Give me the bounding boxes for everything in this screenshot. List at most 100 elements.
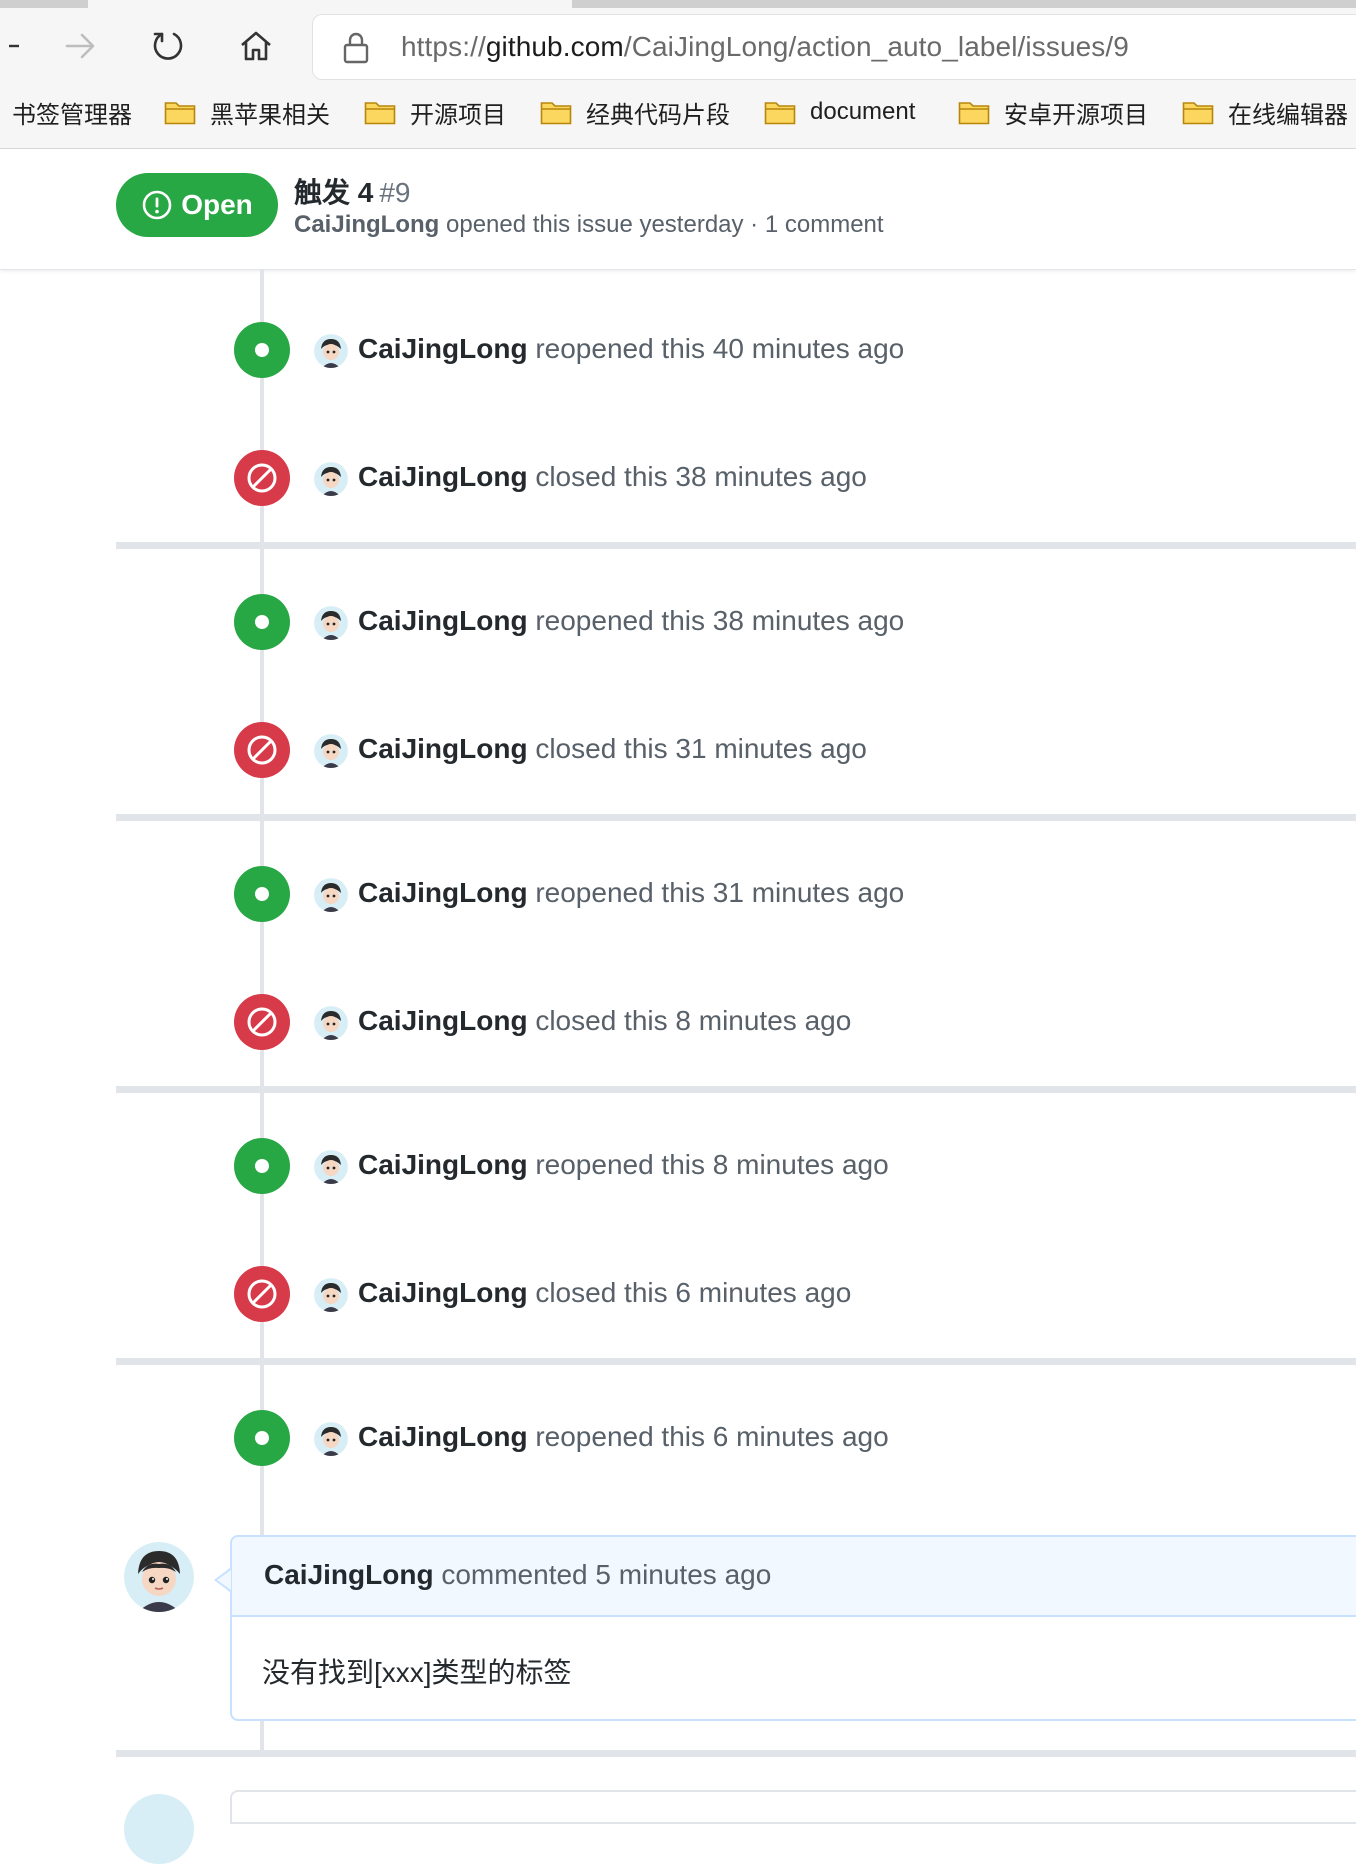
timeline-event-reopened: CaiJingLong reopened this 8 minutes ago (234, 1138, 1334, 1194)
tab-edge-right[interactable] (572, 0, 1356, 8)
issue-state-badge: Open (116, 173, 278, 237)
bookmark-folder[interactable]: 开源项目 (364, 92, 506, 132)
timeline-divider (116, 814, 1356, 821)
closed-badge (234, 1266, 290, 1322)
browser-chrome: https://github.com/CaiJingLong/action_au… (0, 0, 1356, 149)
bookmark-folder[interactable]: 安卓开源项目 (958, 92, 1148, 132)
dot-fill-icon (255, 615, 269, 629)
issue-title: 触发 4 #9 (294, 177, 411, 208)
event-text: CaiJingLong reopened this 40 minutes ago (358, 333, 905, 364)
timeline-event-closed: CaiJingLong closed this 8 minutes ago (234, 994, 1334, 1050)
bookmarks-bar: 书签管理器 黑苹果相关 开源项目 经典代码片段 document 安卓开源项目 … (0, 92, 1356, 132)
timeline-event-reopened: CaiJingLong reopened this 6 minutes ago (234, 1410, 1334, 1466)
event-text: CaiJingLong reopened this 38 minutes ago (358, 605, 905, 636)
tab-edge[interactable] (0, 0, 88, 8)
avatar[interactable] (314, 1422, 348, 1456)
reload-button[interactable] (144, 22, 192, 70)
closed-badge (234, 450, 290, 506)
timeline-event-closed: CaiJingLong closed this 31 minutes ago (234, 722, 1334, 778)
dot-fill-icon (255, 343, 269, 357)
event-text: CaiJingLong closed this 6 minutes ago (358, 1277, 852, 1308)
reopened-badge (234, 1138, 290, 1194)
back-button[interactable] (0, 22, 28, 70)
forward-button[interactable] (56, 22, 104, 70)
timeline-event-closed: CaiJingLong closed this 6 minutes ago (234, 1266, 1334, 1322)
comment-caret-fill (217, 1570, 231, 1590)
comment-author-avatar[interactable] (124, 1542, 194, 1612)
issue-number: #9 (379, 177, 411, 208)
issue-author-link[interactable]: CaiJingLong (294, 211, 439, 238)
forward-arrow-icon (65, 33, 95, 59)
comment-timestamp[interactable]: commented 5 minutes ago (434, 1559, 771, 1590)
event-text: CaiJingLong closed this 31 minutes ago (358, 733, 867, 764)
avatar[interactable] (124, 1794, 194, 1864)
avatar[interactable] (314, 878, 348, 912)
avatar[interactable] (314, 462, 348, 496)
timeline-event-closed: CaiJingLong closed this 38 minutes ago (234, 450, 1334, 506)
next-comment-box (230, 1790, 1356, 1824)
avatar[interactable] (314, 1278, 348, 1312)
timeline-divider (116, 1358, 1356, 1365)
folder-icon (164, 102, 196, 125)
folder-icon (958, 102, 990, 125)
folder-icon (764, 102, 796, 125)
issue-meta: CaiJingLong opened this issue yesterday … (294, 211, 884, 238)
timeline-divider (116, 1086, 1356, 1093)
event-text: CaiJingLong reopened this 8 minutes ago (358, 1149, 889, 1180)
reopened-badge (234, 322, 290, 378)
timeline-divider (116, 542, 1356, 549)
comment-header: CaiJingLong commented 5 minutes ago (232, 1537, 1356, 1617)
timeline-line (260, 1717, 264, 1753)
timeline-event-reopened: CaiJingLong reopened this 31 minutes ago (234, 866, 1334, 922)
event-text: CaiJingLong reopened this 6 minutes ago (358, 1421, 889, 1452)
dot-fill-icon (255, 887, 269, 901)
issue-opened-icon (142, 190, 172, 220)
avatar[interactable] (314, 1006, 348, 1040)
avatar[interactable] (314, 334, 348, 368)
actor-link[interactable]: CaiJingLong (358, 333, 528, 364)
comment-author-link[interactable]: CaiJingLong (264, 1559, 434, 1590)
address-bar[interactable]: https://github.com/CaiJingLong/action_au… (312, 14, 1356, 80)
actor-link[interactable]: CaiJingLong (358, 877, 528, 908)
comment-body: 没有找到[xxx]类型的标签 (262, 1657, 572, 1688)
avatar[interactable] (314, 734, 348, 768)
comment-box: CaiJingLong commented 5 minutes ago 没有找到… (230, 1535, 1356, 1721)
closed-badge (234, 994, 290, 1050)
actor-link[interactable]: CaiJingLong (358, 733, 528, 764)
bookmark-folder[interactable]: 在线编辑器 (1182, 92, 1348, 132)
timeline-event-reopened: CaiJingLong reopened this 40 minutes ago (234, 322, 1334, 378)
avatar[interactable] (314, 606, 348, 640)
event-text: CaiJingLong closed this 38 minutes ago (358, 461, 867, 492)
closed-badge (234, 722, 290, 778)
lock-icon (343, 32, 369, 64)
sticky-issue-header: Open 触发 4 #9 CaiJingLong opened this issu… (0, 149, 1356, 270)
reload-icon (153, 32, 183, 60)
folder-icon (364, 102, 396, 125)
back-arrow-icon (9, 44, 19, 48)
actor-link[interactable]: CaiJingLong (358, 1277, 528, 1308)
timeline-divider (116, 1750, 1356, 1757)
url-text[interactable]: https://github.com/CaiJingLong/action_au… (401, 31, 1129, 63)
bookmark-folder[interactable]: 黑苹果相关 (164, 92, 330, 132)
actor-link[interactable]: CaiJingLong (358, 605, 528, 636)
folder-icon (540, 102, 572, 125)
event-text: CaiJingLong closed this 8 minutes ago (358, 1005, 852, 1036)
reopened-badge (234, 594, 290, 650)
home-icon (241, 31, 271, 61)
reopened-badge (234, 1410, 290, 1466)
event-text: CaiJingLong reopened this 31 minutes ago (358, 877, 905, 908)
bookmark-folder[interactable]: document (764, 92, 915, 132)
actor-link[interactable]: CaiJingLong (358, 1421, 528, 1452)
home-button[interactable] (232, 22, 280, 70)
circle-slash-icon (247, 735, 277, 765)
actor-link[interactable]: CaiJingLong (358, 461, 528, 492)
avatar[interactable] (314, 1150, 348, 1184)
actor-link[interactable]: CaiJingLong (358, 1005, 528, 1036)
bookmark-manager[interactable]: 书签管理器 (12, 92, 132, 132)
dot-fill-icon (255, 1431, 269, 1445)
dot-fill-icon (255, 1159, 269, 1173)
actor-link[interactable]: CaiJingLong (358, 1149, 528, 1180)
circle-slash-icon (247, 1007, 277, 1037)
circle-slash-icon (247, 463, 277, 493)
bookmark-folder[interactable]: 经典代码片段 (540, 92, 730, 132)
